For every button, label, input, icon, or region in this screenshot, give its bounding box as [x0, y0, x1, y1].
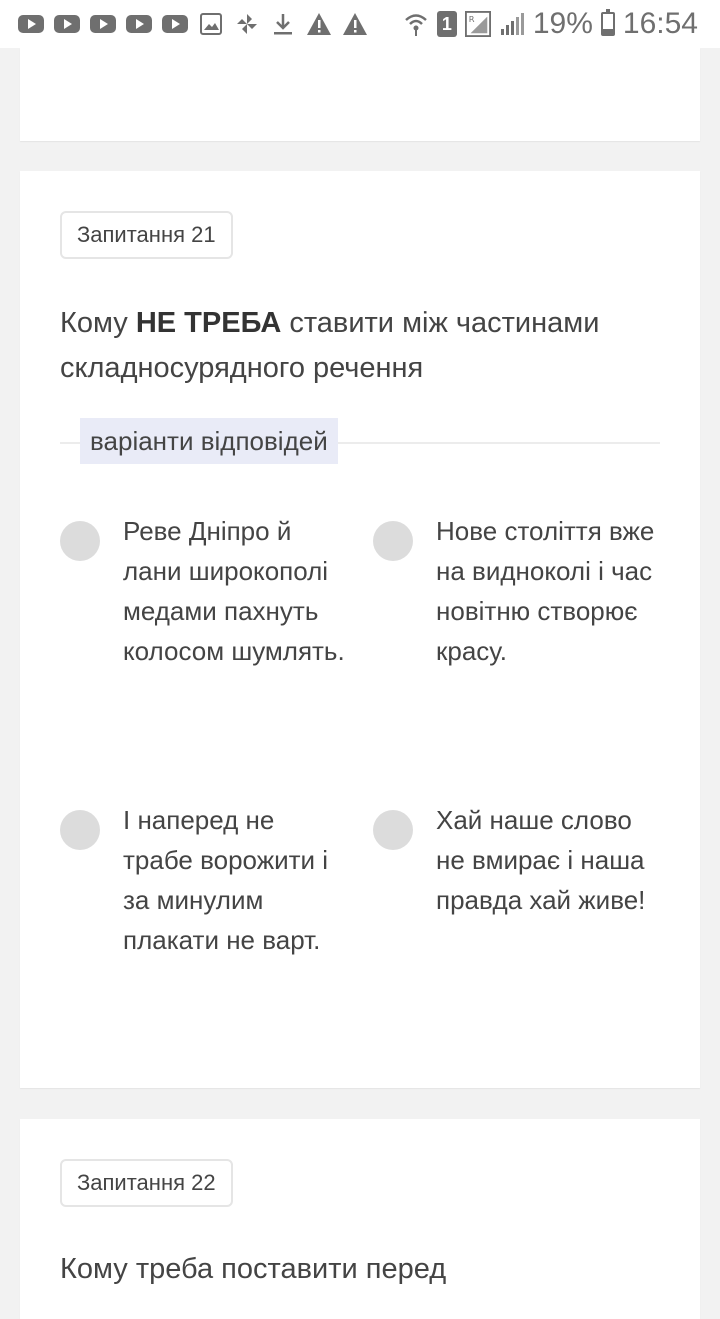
question-number-badge: Запитання 22	[60, 1159, 233, 1207]
answer-option-text: Реве Дніпро й лани широкополі медами пах…	[123, 516, 345, 666]
clock: 16:54	[622, 7, 698, 40]
variants-label: варіанти відповідей	[80, 418, 338, 464]
question-text-emphasis: НЕ ТРЕБА	[135, 307, 282, 339]
question-number-badge: Запитання 21	[60, 211, 233, 259]
battery-percent: 19%	[532, 7, 593, 40]
youtube-icon	[18, 15, 44, 33]
system-indicators: 1 R 19% 16:54	[403, 7, 698, 41]
youtube-icon	[90, 15, 116, 33]
sim-icon: 1	[436, 11, 457, 37]
youtube-icon	[126, 15, 152, 33]
youtube-icon	[162, 15, 188, 33]
signal-roaming-icon: R	[464, 11, 491, 37]
download-icon	[270, 11, 296, 37]
pinwheel-icon	[234, 11, 260, 37]
answer-option-text: Нове століття вже на видноколі і час нов…	[436, 516, 655, 666]
youtube-icon	[54, 15, 80, 33]
question-card-22: Запитання 22 Кому треба поставити перед	[20, 1119, 700, 1319]
previous-question-card	[20, 48, 700, 141]
question-text-prefix: Кому	[60, 307, 136, 339]
image-icon	[198, 11, 224, 37]
warning-icon	[342, 11, 368, 37]
radio-button[interactable]	[373, 810, 413, 850]
answer-option-text: І наперед не трабе ворожити і за минулим…	[123, 805, 329, 955]
radio-button[interactable]	[60, 810, 100, 850]
radio-button[interactable]	[60, 521, 100, 561]
battery-icon	[600, 9, 615, 36]
notification-icons	[18, 11, 368, 37]
question-card-21: Запитання 21 Кому НЕ ТРЕБА ставити між ч…	[20, 171, 700, 1088]
answer-option-text: Хай наше слово не вмирає і наша правда х…	[436, 805, 646, 915]
svg-text:R: R	[469, 14, 475, 24]
radio-button[interactable]	[373, 521, 413, 561]
signal-icon	[499, 11, 525, 37]
status-bar: 1 R 19% 16:54	[0, 0, 720, 48]
wifi-icon	[403, 11, 429, 37]
question-text: Кому НЕ ТРЕБА ставити між частинами скла…	[60, 301, 680, 391]
warning-icon	[306, 11, 332, 37]
question-text: Кому треба поставити перед	[60, 1253, 447, 1285]
